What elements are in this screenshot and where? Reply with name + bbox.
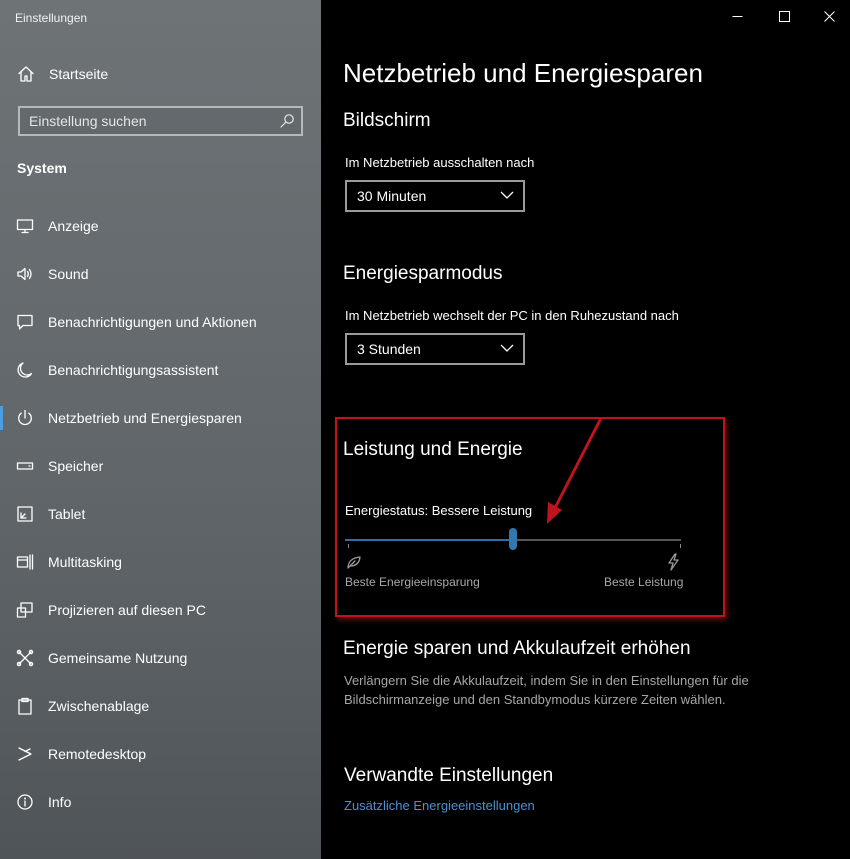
chevron-down-icon bbox=[500, 191, 514, 199]
power-mode-heading: Leistung und Energie bbox=[343, 439, 523, 460]
sidebar-item-sound[interactable]: Sound bbox=[0, 254, 321, 294]
sidebar-item-zwischenablage[interactable]: Zwischenablage bbox=[0, 686, 321, 726]
sleep-timeout-value: 3 Stunden bbox=[357, 341, 421, 357]
sidebar-item-gemeinsame-nutzung[interactable]: Gemeinsame Nutzung bbox=[0, 638, 321, 678]
search-box[interactable] bbox=[18, 106, 303, 136]
section-title: System bbox=[17, 160, 67, 176]
multitasking-icon bbox=[16, 554, 34, 570]
sidebar-item-label: Sound bbox=[48, 266, 89, 282]
notification-icon bbox=[17, 314, 33, 330]
speaker-icon bbox=[17, 267, 32, 281]
remote-desktop-icon bbox=[18, 747, 32, 761]
screen-timeout-value: 30 Minuten bbox=[357, 188, 427, 204]
sidebar-item-label: Remotedesktop bbox=[48, 746, 147, 762]
slider-right-label: Beste Leistung bbox=[604, 575, 684, 589]
project-icon bbox=[16, 602, 33, 618]
storage-icon bbox=[16, 462, 34, 470]
sidebar-item-label: Tablet bbox=[48, 506, 86, 522]
close-icon bbox=[824, 11, 835, 22]
slider-thumb[interactable] bbox=[509, 528, 517, 550]
sidebar-item-label: Info bbox=[48, 794, 72, 810]
sleep-timeout-dropdown[interactable]: 3 Stunden bbox=[345, 333, 525, 365]
home-icon bbox=[18, 66, 34, 82]
search-icon[interactable] bbox=[279, 113, 295, 129]
page-title: Netzbetrieb und Energiesparen bbox=[343, 58, 703, 88]
maximize-button[interactable] bbox=[762, 0, 808, 32]
sidebar-item-label: Multitasking bbox=[48, 554, 122, 570]
sidebar-item-label: Gemeinsame Nutzung bbox=[48, 650, 188, 666]
sleep-heading: Energiesparmodus bbox=[343, 263, 503, 284]
screen-timeout-dropdown[interactable]: 30 Minuten bbox=[345, 180, 525, 212]
additional-power-settings-link[interactable]: Zusätzliche Energieeinstellungen bbox=[344, 798, 535, 813]
app-title: Einstellungen bbox=[15, 11, 88, 25]
sidebar-item-label: Speicher bbox=[48, 458, 104, 474]
sleep-timeout-label: Im Netzbetrieb wechselt der PC in den Ru… bbox=[345, 308, 679, 323]
annotation-arrow bbox=[547, 418, 602, 524]
slider-tick-left bbox=[348, 544, 349, 548]
sidebar-item-label: Netzbetrieb und Energiesparen bbox=[48, 410, 242, 426]
moon-icon bbox=[17, 362, 33, 378]
sidebar-item-speicher[interactable]: Speicher bbox=[0, 446, 321, 486]
sidebar-item-anzeige[interactable]: Anzeige bbox=[0, 206, 321, 246]
chevron-down-icon bbox=[500, 344, 514, 352]
tablet-icon bbox=[17, 506, 33, 522]
battery-heading: Energie sparen und Akkulaufzeit erhöhen bbox=[343, 638, 691, 659]
info-icon bbox=[17, 794, 33, 810]
sidebar-item-label: Projizieren auf diesen PC bbox=[48, 602, 206, 618]
sidebar-item-label: Benachrichtigungsassistent bbox=[48, 362, 219, 378]
share-icon bbox=[16, 649, 34, 667]
close-button[interactable] bbox=[807, 0, 850, 32]
power-status-label: Energiestatus: Bessere Leistung bbox=[345, 503, 533, 518]
screen-heading: Bildschirm bbox=[343, 110, 431, 131]
power-icon bbox=[18, 409, 32, 426]
sidebar-item-benachrichtigungsassistent[interactable]: Benachrichtigungsassistent bbox=[0, 350, 321, 390]
active-indicator bbox=[0, 406, 3, 430]
sidebar: Einstellungen Startseite System Anzeige … bbox=[0, 0, 321, 859]
slider-fill bbox=[345, 539, 513, 541]
sidebar-item-benachrichtigungen[interactable]: Benachrichtigungen und Aktionen bbox=[0, 302, 321, 342]
home-nav-item[interactable]: Startseite bbox=[0, 56, 321, 92]
display-icon bbox=[16, 219, 34, 234]
sidebar-item-tablet[interactable]: Tablet bbox=[0, 494, 321, 534]
slider-tick-right bbox=[680, 544, 681, 548]
lightning-icon bbox=[668, 553, 679, 571]
slider-left-label: Beste Energieeinsparung bbox=[345, 575, 480, 589]
screen-timeout-label: Im Netzbetrieb ausschalten nach bbox=[345, 155, 535, 170]
sidebar-item-info[interactable]: Info bbox=[0, 782, 321, 822]
search-input[interactable] bbox=[20, 108, 279, 134]
sidebar-item-projizieren[interactable]: Projizieren auf diesen PC bbox=[0, 590, 321, 630]
sidebar-item-label: Zwischenablage bbox=[48, 698, 150, 714]
power-mode-slider[interactable] bbox=[345, 528, 681, 550]
maximize-icon bbox=[779, 11, 790, 22]
home-label: Startseite bbox=[49, 66, 109, 82]
clipboard-icon bbox=[18, 697, 32, 715]
sidebar-item-multitasking[interactable]: Multitasking bbox=[0, 542, 321, 582]
sidebar-item-label: Benachrichtigungen und Aktionen bbox=[48, 314, 257, 330]
sidebar-item-remotedesktop[interactable]: Remotedesktop bbox=[0, 734, 321, 774]
minimize-icon bbox=[732, 16, 743, 17]
leaf-icon bbox=[347, 556, 361, 569]
minimize-button[interactable] bbox=[715, 0, 761, 32]
related-settings-heading: Verwandte Einstellungen bbox=[344, 765, 554, 786]
sidebar-item-netzbetrieb[interactable]: Netzbetrieb und Energiesparen bbox=[0, 398, 321, 438]
sidebar-item-label: Anzeige bbox=[48, 218, 99, 234]
battery-description: Verlängern Sie die Akkulaufzeit, indem S… bbox=[344, 673, 749, 707]
